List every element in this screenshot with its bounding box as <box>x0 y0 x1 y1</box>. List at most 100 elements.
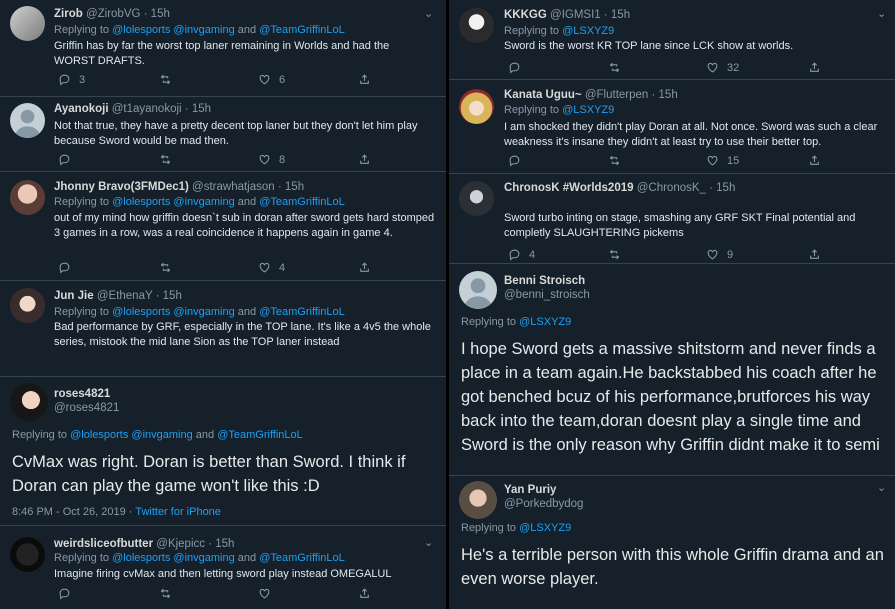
retweet-button[interactable] <box>608 248 629 261</box>
tweet-zirob[interactable]: Zirob @ZirobVG · 15h ⌄ Replying to @lole… <box>0 0 446 97</box>
mention-link[interactable]: @lolesports <box>112 552 170 564</box>
user-handle[interactable]: @ZirobVG <box>86 8 141 20</box>
mention-link[interactable]: @TeamGriffinLoL <box>259 196 345 208</box>
mention-link[interactable]: @LSXYZ9 <box>562 25 614 37</box>
avatar[interactable] <box>459 271 497 309</box>
mention-link[interactable]: @TeamGriffinLoL <box>259 552 345 564</box>
user-handle[interactable]: @benni_stroisch <box>504 289 590 301</box>
mention-link[interactable]: @invgaming <box>173 196 234 208</box>
share-button[interactable] <box>808 248 821 261</box>
like-button[interactable] <box>258 587 279 600</box>
tweet-time[interactable]: · 15h <box>604 9 630 21</box>
avatar[interactable] <box>10 537 45 572</box>
display-name[interactable]: Benni Stroisch <box>504 275 585 287</box>
user-handle[interactable]: @EthenaY <box>97 290 153 302</box>
chevron-down-icon[interactable]: ⌄ <box>877 481 886 494</box>
retweet-button[interactable] <box>159 587 180 600</box>
avatar[interactable] <box>10 6 45 41</box>
mention-link[interactable]: @invgaming <box>173 552 234 564</box>
mention-link[interactable]: @invgaming <box>131 429 192 441</box>
user-handle[interactable]: @ChronosK_ <box>637 182 706 194</box>
avatar[interactable] <box>459 89 494 124</box>
mention-link[interactable]: @invgaming <box>173 306 234 318</box>
mention-link[interactable]: @lolesports <box>112 24 170 36</box>
chevron-down-icon[interactable]: ⌄ <box>424 7 433 20</box>
tweet-time[interactable]: · 15h <box>156 290 182 302</box>
user-handle[interactable]: @t1ayanokoji <box>112 103 182 115</box>
like-button[interactable]: 15 <box>706 154 739 167</box>
share-button[interactable] <box>808 154 821 167</box>
reply-button[interactable] <box>508 154 529 167</box>
mention-link[interactable]: @LSXYZ9 <box>519 316 571 328</box>
display-name[interactable]: roses4821 <box>54 388 110 400</box>
like-button[interactable]: 8 <box>258 153 285 166</box>
tweet-kkkgg[interactable]: KKKGG @IGMSI1 · 15h ⌄ Replying to @LSXYZ… <box>449 0 895 80</box>
chevron-down-icon[interactable]: ⌄ <box>424 536 433 549</box>
retweet-button[interactable] <box>608 61 629 74</box>
like-button[interactable]: 9 <box>706 248 733 261</box>
display-name[interactable]: ChronosK #Worlds2019 <box>504 182 634 194</box>
reply-button[interactable] <box>508 61 529 74</box>
display-name[interactable]: Ayanokoji <box>54 103 109 115</box>
tweet-time[interactable]: · 15h <box>278 181 304 193</box>
reply-button[interactable] <box>58 587 79 600</box>
reply-button[interactable]: 4 <box>508 248 535 261</box>
mention-link[interactable]: @lolesports <box>70 429 128 441</box>
share-button[interactable] <box>358 261 371 274</box>
display-name[interactable]: Jun Jie <box>54 290 94 302</box>
mention-link[interactable]: @lolesports <box>112 196 170 208</box>
share-button[interactable] <box>358 153 371 166</box>
tweet-jhonny-bravo[interactable]: Jhonny Bravo(3FMDec1) @strawhatjason · 1… <box>0 172 446 281</box>
share-button[interactable] <box>808 61 821 74</box>
mention-link[interactable]: @lolesports <box>112 306 170 318</box>
share-button[interactable] <box>358 73 371 86</box>
tweet-roses4821[interactable]: roses4821 @roses4821 Replying to @lolesp… <box>0 377 446 526</box>
like-button[interactable]: 4 <box>258 261 285 274</box>
mention-link[interactable]: @invgaming <box>173 24 234 36</box>
tweet-time[interactable]: · 15h <box>709 182 735 194</box>
tweet-time[interactable]: · 15h <box>144 8 170 20</box>
avatar[interactable] <box>459 481 497 519</box>
reply-button[interactable] <box>58 153 79 166</box>
retweet-button[interactable] <box>159 261 180 274</box>
user-handle[interactable]: @strawhatjason <box>192 181 275 193</box>
mention-link[interactable]: @LSXYZ9 <box>562 104 614 116</box>
user-handle[interactable]: @Kjepicc <box>156 538 205 550</box>
avatar[interactable] <box>10 103 45 138</box>
retweet-button[interactable] <box>159 73 180 86</box>
tweet-time[interactable]: · 15h <box>652 89 678 101</box>
mention-link[interactable]: @TeamGriffinLoL <box>259 24 345 36</box>
mention-link[interactable]: @TeamGriffinLoL <box>217 429 303 441</box>
avatar[interactable] <box>459 181 494 216</box>
user-handle[interactable]: @Porkedbydog <box>504 498 583 510</box>
avatar[interactable] <box>459 8 494 43</box>
tweet-jun-jie[interactable]: Jun Jie @EthenaY · 15h Replying to @lole… <box>0 281 446 377</box>
avatar[interactable] <box>10 180 45 215</box>
reply-button[interactable] <box>58 261 79 274</box>
tweet-time[interactable]: · 15h <box>185 103 211 115</box>
chevron-down-icon[interactable]: ⌄ <box>877 7 886 20</box>
mention-link[interactable]: @TeamGriffinLoL <box>259 306 345 318</box>
user-handle[interactable]: @Flutterpen <box>585 89 648 101</box>
retweet-button[interactable] <box>608 154 629 167</box>
tweet-timestamp[interactable]: 8:46 PM - Oct 26, 2019 <box>12 506 126 518</box>
like-button[interactable]: 6 <box>258 73 285 86</box>
user-handle[interactable]: @IGMSI1 <box>550 9 601 21</box>
tweet-benni-stroisch[interactable]: Benni Stroisch @benni_stroisch Replying … <box>449 264 895 476</box>
mention-link[interactable]: @LSXYZ9 <box>519 522 571 534</box>
tweet-weirdsliceofbutter[interactable]: weirdsliceofbutter @Kjepicc · 15h ⌄ Repl… <box>0 526 446 609</box>
display-name[interactable]: KKKGG <box>504 9 547 21</box>
tweet-time[interactable]: · 15h <box>208 538 234 550</box>
display-name[interactable]: Kanata Uguu~ <box>504 89 582 101</box>
tweet-chronosk[interactable]: ChronosK #Worlds2019 @ChronosK_ · 15h Sw… <box>449 174 895 264</box>
tweet-yan-puriy[interactable]: Yan Puriy @Porkedbydog ⌄ Replying to @LS… <box>449 476 895 609</box>
display-name[interactable]: weirdsliceofbutter <box>54 538 153 550</box>
reply-button[interactable]: 3 <box>58 73 85 86</box>
user-handle[interactable]: @roses4821 <box>54 402 119 414</box>
display-name[interactable]: Yan Puriy <box>504 484 556 496</box>
retweet-button[interactable] <box>159 153 180 166</box>
avatar[interactable] <box>10 288 45 323</box>
like-button[interactable]: 32 <box>706 61 739 74</box>
display-name[interactable]: Jhonny Bravo(3FMDec1) <box>54 181 189 193</box>
share-button[interactable] <box>358 587 371 600</box>
